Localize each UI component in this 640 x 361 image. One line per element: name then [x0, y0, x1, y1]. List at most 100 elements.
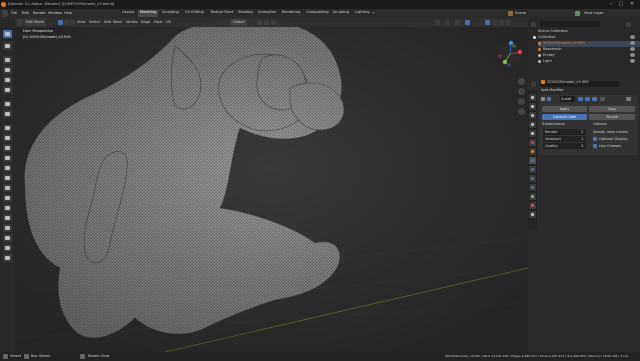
rotate-tool[interactable]: [3, 66, 12, 74]
material-tab[interactable]: [529, 202, 536, 209]
modifier-name-field[interactable]: Subdi: [560, 96, 575, 102]
rip-tool[interactable]: [3, 234, 12, 242]
poly-build-tool[interactable]: [3, 174, 12, 182]
menu-window[interactable]: Window: [48, 11, 62, 16]
tab-scripting[interactable]: Scripting: [331, 10, 351, 17]
editor-type-icon[interactable]: [17, 19, 23, 26]
eye-icon[interactable]: [630, 59, 635, 63]
bevel-tool[interactable]: [3, 144, 12, 152]
eye-icon[interactable]: [630, 53, 635, 57]
blender-menu-icon[interactable]: [2, 10, 8, 17]
menu-file[interactable]: File: [11, 11, 17, 16]
solid-shading-icon[interactable]: [485, 20, 490, 25]
view-layer-tab[interactable]: [529, 121, 536, 128]
copy-button[interactable]: Copy: [589, 106, 635, 112]
3d-viewport[interactable]: User Perspective (0) 005\000\model_v3.00…: [15, 18, 528, 352]
filter-icon[interactable]: [626, 22, 631, 27]
use-creases-checkbox[interactable]: [593, 144, 597, 148]
knife-tool[interactable]: [3, 164, 12, 172]
menu-mesh[interactable]: Mesh: [113, 20, 122, 25]
ortho-toggle-icon[interactable]: [518, 108, 525, 115]
tab-rendering[interactable]: Rendering: [280, 10, 302, 17]
collapse-arrow-icon[interactable]: [541, 97, 545, 101]
add-workspace-icon[interactable]: +: [372, 11, 375, 16]
mode-dropdown[interactable]: Edit Mode: [24, 19, 46, 26]
tab-modeling[interactable]: Modeling: [138, 10, 159, 17]
outliner-row-light[interactable]: Light: [538, 59, 552, 65]
vertex-select-icon[interactable]: [58, 20, 63, 25]
gizmo-toggle-icon[interactable]: [445, 20, 450, 25]
properties-editor-icon[interactable]: [531, 82, 536, 87]
tool-extra-1[interactable]: [3, 244, 12, 252]
close-button[interactable]: ✕: [629, 2, 635, 7]
smooth-tool[interactable]: [3, 194, 12, 202]
modifier-menu-icon[interactable]: [600, 97, 605, 101]
menu-render[interactable]: Render: [33, 11, 46, 16]
data-tab[interactable]: [529, 193, 536, 200]
overlay-toggle-icon[interactable]: [455, 20, 460, 25]
edit-mode-toggle-icon[interactable]: [578, 97, 583, 101]
eye-icon[interactable]: [630, 47, 635, 51]
measure-tool[interactable]: [3, 110, 12, 118]
material-shading-icon[interactable]: [499, 20, 504, 25]
shrink-fatten-tool[interactable]: [3, 214, 12, 222]
extrude-tool[interactable]: [3, 124, 12, 132]
close-modifier-icon[interactable]: [626, 97, 631, 101]
tab-sculpting[interactable]: Sculpting: [160, 10, 181, 17]
viewport-canvas[interactable]: [15, 18, 528, 352]
outliner-editor-icon[interactable]: [531, 22, 536, 27]
transform-orientation-dropdown[interactable]: Global: [230, 19, 248, 26]
annotate-tool[interactable]: [3, 100, 12, 108]
world-tab[interactable]: [529, 139, 536, 146]
select-box-tool[interactable]: [3, 30, 12, 38]
render-tab[interactable]: [529, 103, 536, 110]
modifier-tab[interactable]: [529, 157, 536, 164]
output-tab[interactable]: [529, 112, 536, 119]
scale-tool[interactable]: [3, 76, 12, 84]
menu-vertex[interactable]: Vertex: [126, 20, 138, 25]
inset-tool[interactable]: [3, 134, 12, 142]
spin-tool[interactable]: [3, 184, 12, 192]
add-modifier-dropdown[interactable]: Add Modifier: [541, 88, 564, 93]
optimal-display-checkbox[interactable]: [593, 137, 597, 141]
viewport-toggle-icon[interactable]: [585, 97, 590, 101]
tab-animation[interactable]: Animation: [256, 10, 278, 17]
physics-tab[interactable]: [529, 175, 536, 182]
transform-tool[interactable]: [3, 86, 12, 94]
menu-add[interactable]: Add: [104, 20, 111, 25]
tab-lighting[interactable]: Lighting: [353, 10, 372, 17]
texture-tab[interactable]: [529, 211, 536, 218]
minimize-button[interactable]: –: [608, 2, 614, 7]
snap-icon[interactable]: [264, 20, 269, 25]
catmull-clark-button[interactable]: Catmull-Clark: [542, 114, 587, 120]
menu-face[interactable]: Face: [154, 20, 162, 25]
tab-compositing[interactable]: Compositing: [304, 10, 331, 17]
loop-cut-tool[interactable]: [3, 154, 12, 162]
menu-uv[interactable]: UV: [166, 20, 171, 25]
tab-shading[interactable]: Shading: [236, 10, 255, 17]
constraints-tab[interactable]: [529, 184, 536, 191]
eye-icon[interactable]: [630, 41, 635, 45]
proportional-edit-icon[interactable]: [271, 20, 276, 25]
particles-tab[interactable]: [529, 166, 536, 173]
maximize-button[interactable]: □: [618, 2, 624, 7]
eye-icon[interactable]: [630, 35, 635, 39]
face-select-icon[interactable]: [70, 20, 75, 25]
tool-tab[interactable]: [529, 94, 536, 101]
move-tool[interactable]: [3, 56, 12, 64]
simple-button[interactable]: Simple: [589, 114, 635, 120]
cursor-tool[interactable]: [3, 42, 12, 50]
tab-uv-editing[interactable]: UV Editing: [183, 10, 206, 17]
uv-smooth-dropdown[interactable]: Smooth, keep corners: [593, 130, 628, 135]
tab-layout[interactable]: Layout: [120, 10, 136, 17]
apply-button[interactable]: Apply: [542, 106, 587, 112]
edge-select-icon[interactable]: [64, 20, 69, 25]
visibility-icon[interactable]: [435, 20, 440, 25]
rendered-shading-icon[interactable]: [506, 20, 511, 25]
menu-select[interactable]: Select: [89, 20, 100, 25]
tool-extra-2[interactable]: [3, 254, 12, 262]
outliner-search-input[interactable]: [540, 21, 600, 27]
tab-texture-paint[interactable]: Texture Paint: [208, 10, 235, 17]
shear-tool[interactable]: [3, 224, 12, 232]
menu-help[interactable]: Help: [64, 11, 72, 16]
